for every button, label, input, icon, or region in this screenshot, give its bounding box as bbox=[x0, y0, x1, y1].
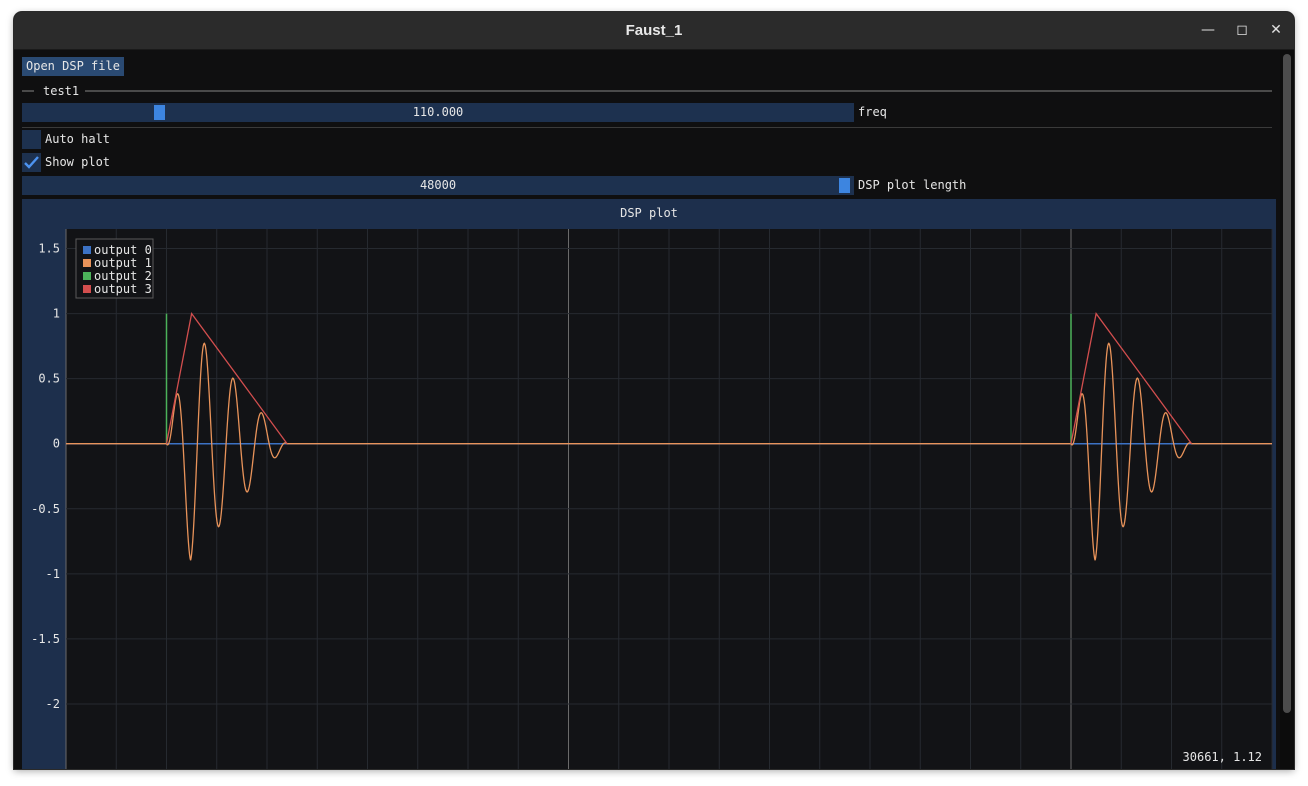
legend-entry: output 2 bbox=[94, 269, 152, 283]
freq-label: freq bbox=[858, 105, 887, 119]
y-tick-label: -2 bbox=[46, 697, 60, 711]
separator-line-right bbox=[85, 90, 1272, 92]
group-separator: test1 bbox=[22, 83, 1272, 99]
title-bar[interactable]: Faust_1 — ◻ ✕ bbox=[14, 12, 1294, 50]
y-tick-label: 0 bbox=[53, 437, 60, 451]
separator-line-left bbox=[22, 90, 34, 92]
maximize-icon: ◻ bbox=[1236, 22, 1248, 38]
show-plot-checkbox[interactable] bbox=[22, 153, 41, 172]
show-plot-label: Show plot bbox=[45, 155, 111, 169]
auto-halt-checkbox[interactable] bbox=[22, 130, 41, 149]
dsp-plot-length-value: 48000 bbox=[419, 178, 457, 192]
cursor-readout: 30661, 1.12 bbox=[1183, 750, 1262, 764]
legend-entry: output 1 bbox=[94, 256, 152, 270]
legend-swatch bbox=[83, 246, 91, 254]
y-tick-label: -1 bbox=[46, 567, 60, 581]
window-title: Faust_1 bbox=[625, 22, 683, 39]
group-label: test1 bbox=[43, 84, 80, 98]
close-button[interactable]: ✕ bbox=[1259, 12, 1293, 49]
y-tick-label: 1 bbox=[53, 307, 60, 321]
scrollbar-thumb[interactable] bbox=[1283, 54, 1291, 713]
dsp-plot-length-slider[interactable]: 48000 bbox=[22, 176, 854, 195]
y-tick-label: 1.5 bbox=[38, 242, 60, 256]
legend-swatch bbox=[83, 259, 91, 267]
y-tick-label: 0.5 bbox=[38, 372, 60, 386]
y-tick-label: -1.5 bbox=[31, 632, 60, 646]
vertical-scrollbar[interactable] bbox=[1280, 50, 1294, 769]
app-window: Faust_1 — ◻ ✕ Open DSP file test1 110.00… bbox=[14, 12, 1294, 769]
legend-entry: output 0 bbox=[94, 243, 152, 257]
legend-entry: output 3 bbox=[94, 282, 152, 296]
plot-canvas[interactable]: 1.510.50-0.5-1-1.5-2output 0output 1outp… bbox=[22, 199, 1276, 769]
close-icon: ✕ bbox=[1270, 22, 1282, 38]
dsp-plot[interactable]: DSP plot 1.5 1 0.5 0 -0.5 -1 -1.5 -2 output 0 out… bbox=[22, 199, 1276, 769]
auto-halt-label: Auto halt bbox=[45, 132, 111, 146]
dsp-plot-length-label: DSP plot length bbox=[858, 178, 967, 192]
y-tick-label: -0.5 bbox=[31, 502, 60, 516]
checkmark-icon bbox=[24, 156, 39, 169]
freq-value: 110.000 bbox=[412, 105, 464, 119]
legend-swatch bbox=[83, 272, 91, 280]
maximize-button[interactable]: ◻ bbox=[1225, 12, 1259, 49]
freq-slider[interactable]: 110.000 bbox=[22, 103, 854, 122]
minimize-button[interactable]: — bbox=[1191, 12, 1225, 49]
main-content: Open DSP file test1 110.000 freq Auto ha… bbox=[14, 50, 1294, 769]
open-dsp-file-button[interactable]: Open DSP file bbox=[22, 57, 124, 76]
minimize-icon: — bbox=[1201, 22, 1215, 38]
separator bbox=[22, 127, 1272, 128]
legend-swatch bbox=[83, 285, 91, 293]
